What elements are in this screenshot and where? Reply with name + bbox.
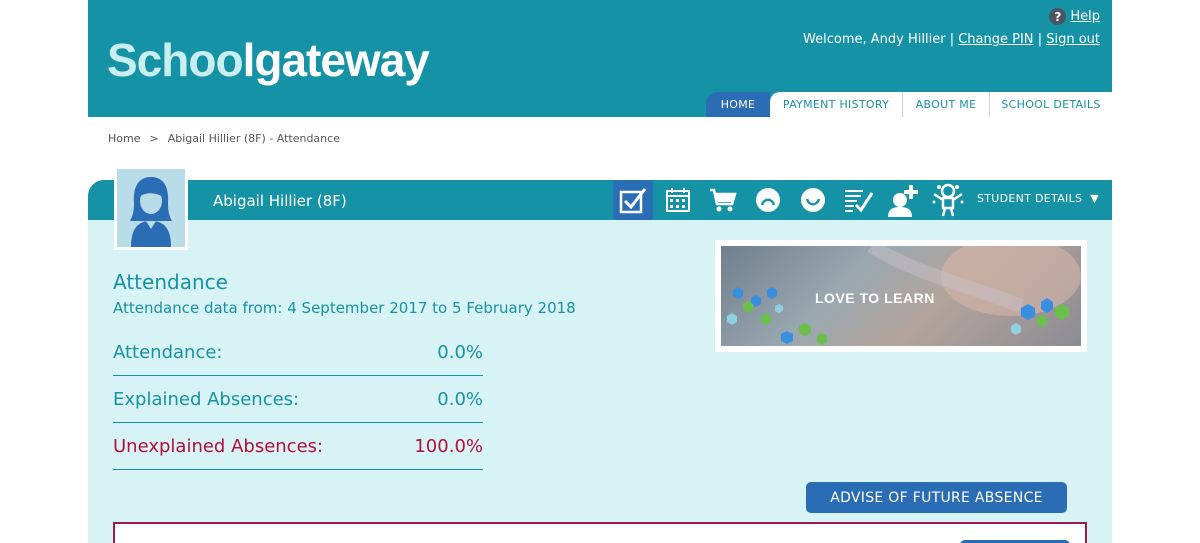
breadcrumb-home[interactable]: Home xyxy=(108,132,140,145)
attendance-check-icon[interactable] xyxy=(613,180,653,220)
sad-face-icon[interactable] xyxy=(748,180,788,220)
checklist-icon[interactable] xyxy=(838,180,878,220)
calendar-icon[interactable] xyxy=(658,180,698,220)
student-menu-icons xyxy=(613,180,973,220)
breadcrumb-current: Abigail Hillier (8F) - Attendance xyxy=(167,132,340,145)
attendance-title: Attendance xyxy=(113,270,228,294)
stat-value: 100.0% xyxy=(414,435,483,457)
stat-label: Unexplained Absences: xyxy=(113,435,324,457)
person-add-icon[interactable] xyxy=(883,180,923,220)
sign-out-link[interactable]: Sign out xyxy=(1046,32,1100,47)
attendance-date-range: Attendance data from: 4 September 2017 t… xyxy=(113,299,576,317)
stat-value: 0.0% xyxy=(437,341,483,363)
banner-image: LOVE TO LEARN xyxy=(721,246,1081,346)
stat-label: Attendance: xyxy=(113,341,223,363)
tab-home[interactable]: HOME xyxy=(706,92,770,117)
tab-about-me[interactable]: ABOUT ME xyxy=(902,92,989,117)
breadcrumb: Home > Abigail Hillier (8F) - Attendance xyxy=(108,132,340,145)
stat-label: Explained Absences: xyxy=(113,388,300,410)
tab-payment-history[interactable]: PAYMENT HISTORY xyxy=(770,92,902,117)
student-name: Abigail Hillier (8F) xyxy=(213,192,347,210)
shopping-cart-icon[interactable] xyxy=(703,180,743,220)
schoolgateway-logo[interactable]: Schoolgateway xyxy=(107,30,430,90)
tab-school-details[interactable]: SCHOOL DETAILS xyxy=(989,92,1112,117)
separator: | xyxy=(949,32,955,47)
chevron-down-icon: ▼ xyxy=(1090,192,1100,205)
happy-face-icon[interactable] xyxy=(793,180,833,220)
separator: | xyxy=(1037,32,1043,47)
love-to-learn-banner[interactable]: LOVE TO LEARN xyxy=(715,240,1087,352)
stat-value: 0.0% xyxy=(437,388,483,410)
avatar xyxy=(114,166,188,250)
absence-record-box xyxy=(113,522,1087,543)
help-icon[interactable]: ? xyxy=(1049,8,1067,25)
child-icon[interactable] xyxy=(928,180,968,220)
change-pin-link[interactable]: Change PIN xyxy=(958,32,1033,47)
student-details-label: STUDENT DETAILS xyxy=(977,192,1083,205)
banner-text: LOVE TO LEARN xyxy=(815,290,935,306)
explained-absences-stat-row: Explained Absences: 0.0% xyxy=(113,376,483,423)
site-header: Schoolgateway ? Help Welcome, Andy Hilli… xyxy=(88,0,1112,117)
main-nav: HOME PAYMENT HISTORY ABOUT ME SCHOOL DET… xyxy=(706,92,1112,117)
unexplained-absences-stat-row: Unexplained Absences: 100.0% xyxy=(113,423,483,470)
breadcrumb-separator: > xyxy=(149,132,159,145)
attendance-stat-row: Attendance: 0.0% xyxy=(113,329,483,376)
advise-future-absence-button[interactable]: ADVISE OF FUTURE ABSENCE xyxy=(806,482,1067,513)
help-link[interactable]: Help xyxy=(1070,9,1100,24)
help-area: ? Help xyxy=(1049,8,1100,25)
welcome-text: Welcome, Andy Hillier xyxy=(803,32,946,47)
welcome-bar: Welcome, Andy Hillier | Change PIN | Sig… xyxy=(803,32,1100,47)
student-details-dropdown[interactable]: STUDENT DETAILS ▼ xyxy=(977,192,1099,205)
